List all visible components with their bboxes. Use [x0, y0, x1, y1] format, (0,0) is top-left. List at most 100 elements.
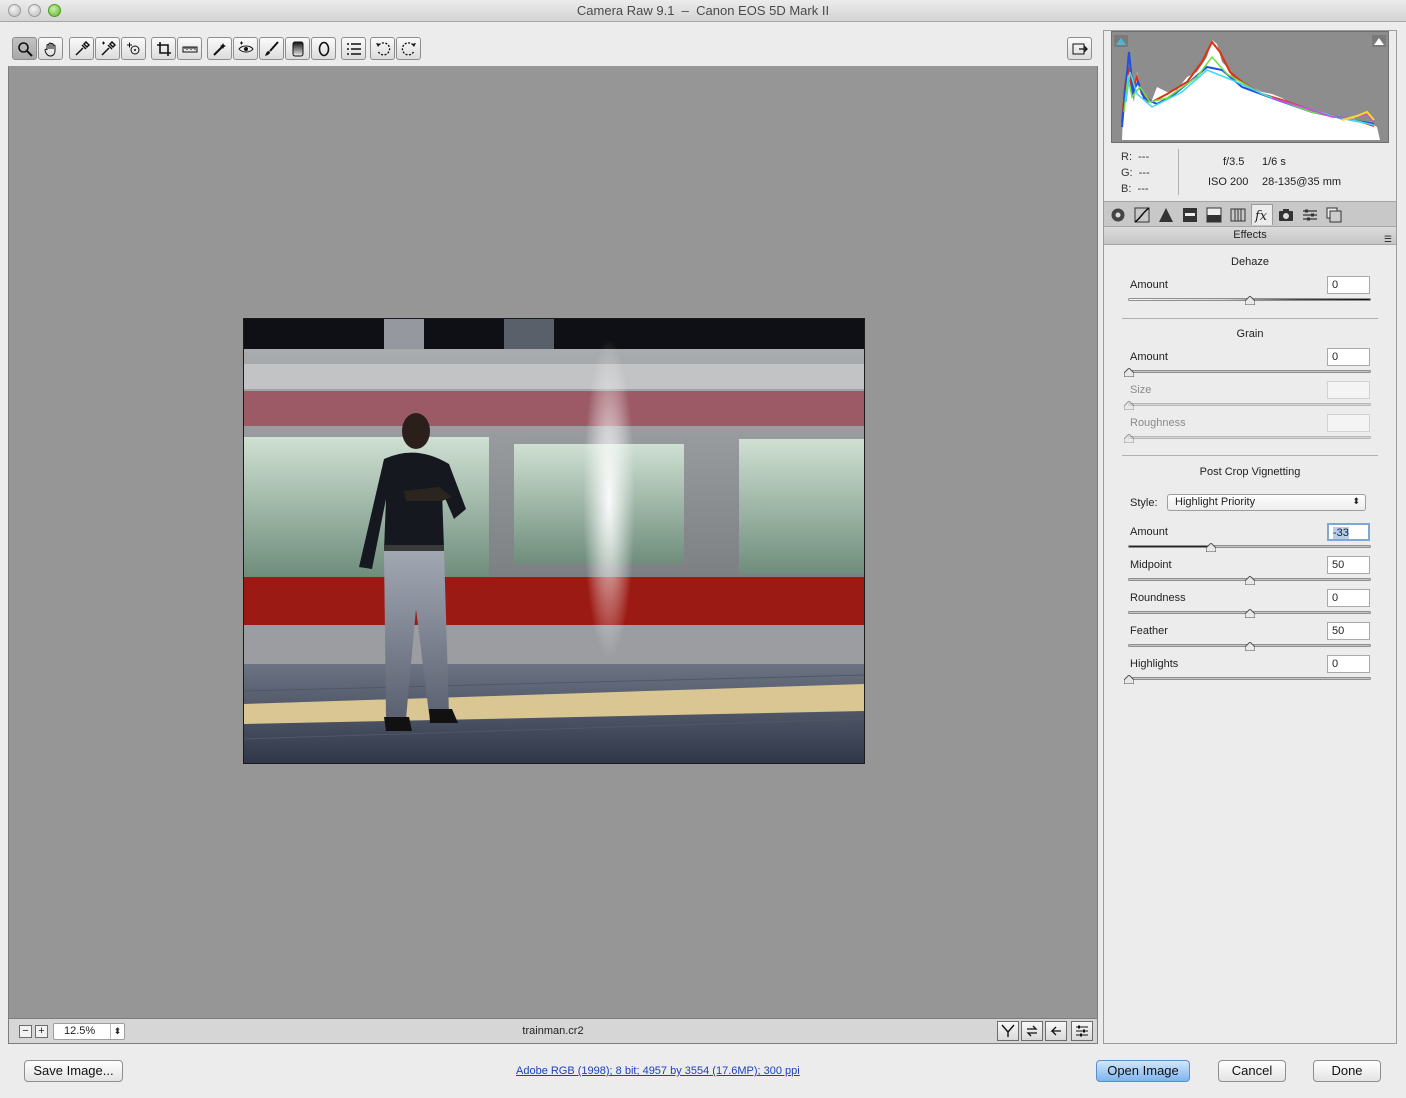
tab-split-toning[interactable]	[1203, 204, 1225, 225]
tab-hsl[interactable]	[1179, 204, 1201, 225]
color-sampler-icon	[100, 40, 116, 56]
aperture-icon	[1111, 208, 1125, 221]
open-image-button[interactable]: Open Image	[1096, 1060, 1190, 1082]
grain-amount-slider[interactable]	[1128, 370, 1371, 373]
dehaze-title: Dehaze	[1231, 256, 1269, 268]
crop-tool[interactable]	[151, 37, 176, 60]
dehaze-amount-field[interactable]: 0	[1327, 276, 1370, 294]
dehaze-amount-thumb[interactable]	[1245, 296, 1255, 305]
panel-menu-icon[interactable]: ☰	[1384, 231, 1392, 248]
grain-roughness-label: Roughness	[1130, 417, 1186, 429]
grain-amount-thumb[interactable]	[1124, 368, 1134, 377]
vignette-style-label: Style:	[1130, 497, 1158, 509]
hand-tool[interactable]	[38, 37, 63, 60]
vignette-title: Post Crop Vignetting	[1199, 466, 1301, 478]
tab-effects[interactable]: fx	[1251, 204, 1273, 225]
color-sampler-tool[interactable]	[95, 37, 120, 60]
window-title: Camera Raw 9.1 – Canon EOS 5D Mark II	[576, 3, 830, 18]
vignette-highlights-thumb[interactable]	[1124, 675, 1134, 684]
divider	[1122, 455, 1378, 456]
info-divider	[1178, 149, 1179, 195]
grain-size-field	[1327, 381, 1370, 399]
title-bar: Camera Raw 9.1 – Canon EOS 5D Mark II	[0, 0, 1406, 22]
vignette-highlights-field[interactable]: 0	[1327, 655, 1370, 673]
detail-icon	[1159, 207, 1173, 222]
tab-presets[interactable]	[1299, 204, 1321, 225]
white-balance-tool[interactable]	[69, 37, 94, 60]
histogram	[1111, 31, 1389, 143]
vignette-midpoint-field[interactable]: 50	[1327, 556, 1370, 574]
shutter-value: 1/6 s	[1262, 156, 1286, 168]
toolbar	[8, 30, 1098, 66]
tab-camera-calibration[interactable]	[1275, 204, 1297, 225]
image-preview[interactable]	[243, 318, 865, 764]
tab-basic[interactable]	[1107, 204, 1129, 225]
grain-amount-field[interactable]: 0	[1327, 348, 1370, 366]
graduated-filter-tool[interactable]	[285, 37, 310, 60]
rotate-right-tool[interactable]	[396, 37, 421, 60]
image-info: R: --- G: --- B: --- f/3.5 1/6 s ISO 200…	[1104, 147, 1396, 197]
vignette-highlights-slider[interactable]	[1128, 677, 1371, 680]
grain-roughness-field	[1327, 414, 1370, 432]
adjustment-brush-tool[interactable]	[259, 37, 284, 60]
vignette-amount-slider[interactable]	[1128, 545, 1371, 548]
crop-icon	[156, 41, 171, 56]
spot-removal-tool[interactable]	[207, 37, 232, 60]
tab-lens-corrections[interactable]	[1227, 204, 1249, 225]
g-value: ---	[1138, 167, 1150, 179]
straighten-tool[interactable]	[177, 37, 202, 60]
grain-amount-label: Amount	[1130, 351, 1168, 363]
zoom-tool[interactable]	[12, 37, 37, 60]
eyedropper-icon	[74, 40, 90, 56]
vignette-amount-label: Amount	[1130, 526, 1168, 538]
swap-icon	[1026, 1025, 1038, 1037]
tab-snapshots[interactable]	[1323, 204, 1345, 225]
targeted-adjustment-tool[interactable]	[121, 37, 146, 60]
vignette-midpoint-thumb[interactable]	[1245, 576, 1255, 585]
radial-filter-icon	[318, 41, 329, 56]
panel-section-header: Effects ☰	[1104, 227, 1396, 245]
fx-icon: fx	[1254, 209, 1268, 223]
tab-tone-curve[interactable]	[1131, 204, 1153, 225]
vignette-amount-field[interactable]: -33	[1327, 523, 1370, 541]
cancel-button[interactable]: Cancel	[1218, 1060, 1286, 1082]
hand-icon	[44, 42, 55, 57]
zoom-icon	[17, 41, 33, 57]
rotate-left-icon	[375, 41, 390, 55]
iso-value: ISO 200	[1208, 176, 1249, 188]
before-after-view-button[interactable]	[997, 1021, 1019, 1041]
grain-size-thumb	[1124, 401, 1134, 410]
red-eye-tool[interactable]	[233, 37, 258, 60]
highlight-clipping-warning-icon[interactable]	[1372, 35, 1386, 47]
vignette-amount-thumb[interactable]	[1206, 543, 1216, 552]
radial-filter-tool[interactable]	[311, 37, 336, 60]
svg-text:fx: fx	[1254, 209, 1268, 223]
shadow-clipping-warning-icon[interactable]	[1114, 35, 1128, 47]
rotate-left-tool[interactable]	[370, 37, 395, 60]
workflow-options-link[interactable]: Adobe RGB (1998); 8 bit; 4957 by 3554 (1…	[516, 1065, 800, 1077]
camera-icon	[1279, 208, 1293, 221]
g-label: G:	[1121, 167, 1133, 179]
save-image-button[interactable]: Save Image...	[24, 1060, 123, 1082]
tab-detail[interactable]	[1155, 204, 1177, 225]
grain-roughness-slider	[1128, 436, 1371, 439]
vignette-feather-thumb[interactable]	[1245, 642, 1255, 651]
vignette-highlights-label: Highlights	[1130, 658, 1179, 670]
done-button[interactable]: Done	[1313, 1060, 1381, 1082]
select-arrows-icon: ⬍	[1352, 496, 1360, 506]
b-label: B:	[1121, 183, 1132, 195]
lens-icon	[1230, 208, 1246, 221]
full-screen-icon	[1072, 43, 1088, 54]
dehaze-amount-label: Amount	[1130, 279, 1168, 291]
image-preview-area[interactable]	[8, 66, 1098, 1018]
vignette-feather-field[interactable]: 50	[1327, 622, 1370, 640]
copy-settings-button[interactable]	[1045, 1021, 1067, 1041]
vignette-roundness-thumb[interactable]	[1245, 609, 1255, 618]
swap-settings-button[interactable]	[1021, 1021, 1043, 1041]
red-eye-icon	[237, 41, 254, 52]
view-settings-button[interactable]	[1071, 1021, 1093, 1041]
full-screen-toggle[interactable]	[1067, 37, 1092, 60]
preferences-tool[interactable]	[341, 37, 366, 60]
vignette-style-select[interactable]: Highlight Priority ⬍	[1167, 494, 1366, 511]
vignette-roundness-field[interactable]: 0	[1327, 589, 1370, 607]
